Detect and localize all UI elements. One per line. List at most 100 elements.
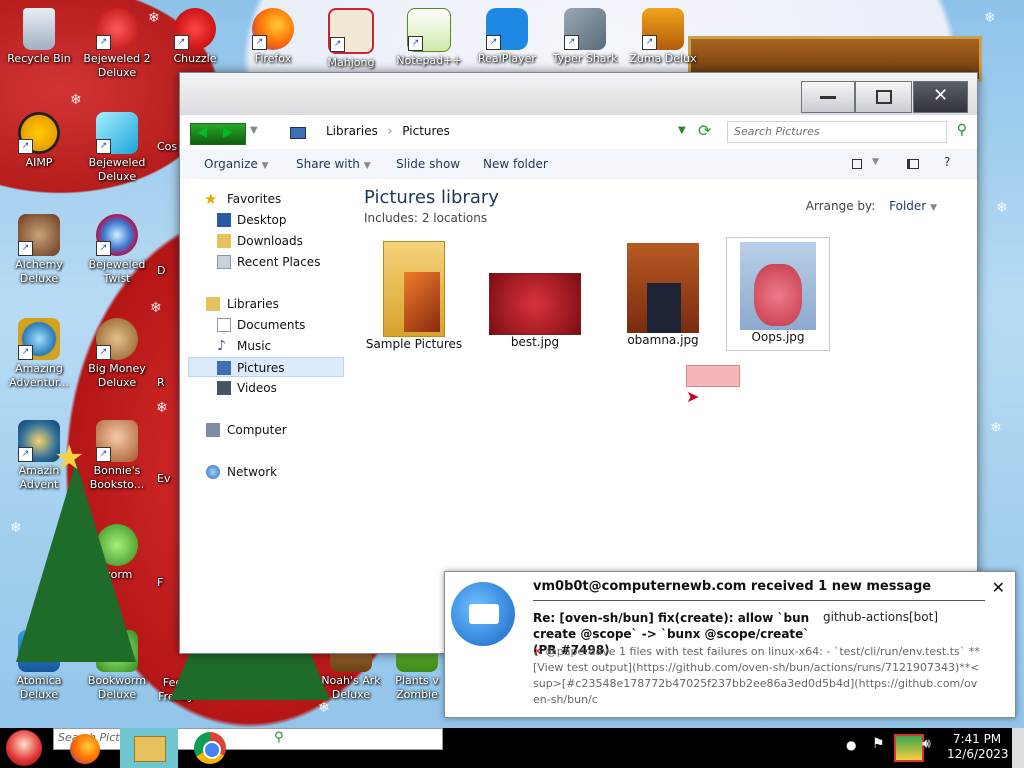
help-icon[interactable]: ? (944, 155, 950, 169)
desktop-icon-label: Amazing Adventur... (9, 362, 69, 389)
message-preview: ✕ @paperdave 1 files with test failures … (533, 644, 983, 710)
back-arrow-icon[interactable]: ◀ (197, 125, 207, 140)
desktop-icon-label: RealPlayer (478, 52, 536, 65)
back-forward-buttons[interactable]: ◀ ▶ (190, 123, 246, 145)
item-best-jpg[interactable]: best.jpg (480, 241, 590, 349)
nav-pictures[interactable]: Pictures (188, 357, 344, 377)
nav-videos[interactable]: Videos (180, 378, 344, 398)
address-bar: ◀ ▶ ▼ Libraries › Pictures ▼ ⟳ Search Pi… (180, 115, 977, 149)
organize-menu[interactable]: Organize ▼ (204, 149, 269, 179)
desktop-icon-zuma[interactable]: ↗ Zuma Delux (625, 8, 701, 66)
nav-music[interactable]: ♪ Music (180, 336, 344, 356)
search-icon: ⚲ (274, 730, 284, 745)
videos-icon (217, 381, 231, 395)
nav-documents[interactable]: Documents (180, 315, 344, 335)
refresh-icon[interactable]: ⟳ (698, 121, 711, 140)
maximize-button[interactable] (855, 81, 912, 113)
message-body: @paperdave 1 files with test failures on… (533, 645, 980, 706)
desktop-icon-mahjong[interactable]: ↗ Mahjong (313, 8, 389, 70)
item-sample-pictures[interactable]: Sample Pictures (364, 241, 464, 351)
desktop-icon-realplayer[interactable]: ↗ RealPlayer (469, 8, 545, 66)
desktop-icon-chuzzle[interactable]: ↗ Chuzzle (157, 8, 233, 66)
change-view-icon[interactable] (852, 159, 862, 169)
desktop-icon-bejeweled2[interactable]: ↗ Bejeweled 2 Deluxe (79, 8, 155, 80)
desktop-icon-recycle-bin[interactable]: Recycle Bin (1, 8, 77, 66)
recent-pages-chevron-icon[interactable]: ▼ (250, 125, 258, 136)
nav-desktop[interactable]: Desktop (180, 210, 344, 230)
forward-arrow-icon[interactable]: ▶ (223, 125, 233, 140)
tray-app-icon[interactable] (894, 734, 924, 762)
desktop-icon-ev[interactable]: Ev (157, 472, 181, 486)
nav-recent-places[interactable]: Recent Places (180, 252, 344, 272)
desktop-icon-alchemy[interactable]: ↗ Alchemy Deluxe (1, 214, 77, 286)
desktop-icon-bejeweled-twist[interactable]: ↗ Bejeweled Twist (79, 214, 155, 286)
minimize-button[interactable] (801, 81, 855, 113)
item-oops-jpg[interactable]: Oops.jpg (726, 237, 830, 351)
star-icon: ★ (54, 438, 85, 478)
chrome-taskbar-icon[interactable] (194, 732, 226, 764)
desktop-icon-label: Plants v Zombie (395, 674, 439, 701)
chevron-down-icon: ▼ (363, 161, 371, 171)
firefox-taskbar-icon[interactable] (70, 734, 100, 764)
desktop-icon-notepadpp[interactable]: ↗ Notepad++ (391, 8, 467, 68)
bejeweled-icon: ↗ (96, 112, 138, 154)
nav-favorites[interactable]: ★ Favorites (180, 189, 344, 209)
desktop-icon-label: Typer Shark (552, 52, 618, 65)
nav-libraries[interactable]: Libraries (180, 294, 344, 314)
nav-label: Music (237, 339, 272, 353)
search-input[interactable]: Search Pictures (727, 121, 947, 143)
snowflake: ❄ (70, 92, 82, 108)
new-folder-button[interactable]: New folder (483, 149, 548, 179)
desktop-icon-d[interactable]: D (157, 264, 181, 278)
nav-network[interactable]: Network (180, 462, 344, 482)
share-with-menu[interactable]: Share with ▼ (296, 149, 371, 179)
desktop-icon-label: Bejeweled 2 Deluxe (83, 52, 151, 79)
start-button[interactable] (6, 730, 42, 766)
desktop-icon (217, 213, 231, 227)
image-thumbnail (740, 242, 816, 330)
notepadpp-icon: ↗ (407, 8, 451, 52)
new-mail-notification[interactable]: vm0b0t@computernewb.com received 1 new m… (444, 571, 1016, 718)
nav-downloads[interactable]: Downloads (180, 231, 344, 251)
bejeweled2-icon: ↗ (96, 8, 138, 50)
address-dropdown-icon[interactable]: ▼ (678, 125, 686, 136)
desktop-icon-cos[interactable]: Cos (157, 140, 181, 154)
desktop-icon-r[interactable]: R (157, 376, 181, 390)
search-icon[interactable]: ⚲ (957, 122, 967, 138)
nav-computer[interactable]: Computer (180, 420, 344, 440)
close-icon: ✕ (991, 578, 1005, 597)
close-notification-button[interactable]: ✕ (992, 578, 1005, 597)
breadcrumb-libraries[interactable]: Libraries (326, 124, 378, 138)
title-bar[interactable]: ✕ (180, 73, 977, 115)
desktop-icon-bejeweled[interactable]: ↗ Bejeweled Deluxe (79, 112, 155, 184)
desktop-icon-label: Recycle Bin (7, 52, 71, 65)
item-obamna-jpg[interactable]: obamna.jpg (608, 241, 718, 347)
preview-pane-icon[interactable] (907, 159, 919, 169)
folder-preview (404, 272, 440, 332)
desktop-icon-label: Noah's Ark Deluxe (321, 674, 381, 701)
zuma-icon: ↗ (642, 8, 684, 50)
desktop-icon-firefox[interactable]: ↗ Firefox (235, 8, 311, 66)
explorer-taskbar-button[interactable] (120, 728, 178, 768)
show-desktop-button[interactable] (1012, 728, 1024, 768)
nav-label: Computer (227, 423, 287, 437)
folder-icon (383, 241, 445, 337)
clock[interactable]: 7:41 PM 12/6/2023 (947, 732, 1009, 762)
volume-icon[interactable]: 🔊︎ (922, 736, 931, 752)
arrange-by-dropdown[interactable]: Folder (889, 199, 926, 213)
desktop-icon-typer-shark[interactable]: ↗ Typer Shark (547, 8, 623, 66)
notification-dot-icon[interactable]: ● (846, 738, 856, 752)
breadcrumb-pictures[interactable]: Pictures (402, 124, 450, 138)
desktop-icon-big-money[interactable]: ↗ Big Money Deluxe (79, 318, 155, 390)
nav-label: Pictures (237, 361, 285, 375)
bejeweled-twist-icon: ↗ (96, 214, 138, 256)
taskbar-search-box[interactable]: Search Pictu ⚲ (53, 728, 443, 750)
view-options-chevron-icon[interactable]: ▼ (872, 157, 879, 167)
slide-show-button[interactable]: Slide show (396, 149, 460, 179)
close-button[interactable]: ✕ (913, 81, 968, 113)
flag-icon[interactable]: ⚑ (872, 736, 885, 752)
locations-link[interactable]: 2 locations (422, 211, 487, 225)
desktop-icon-aimp[interactable]: ↗ AIMP (1, 112, 77, 170)
desktop-icon-amazing-adventures[interactable]: ↗ Amazing Adventur... (1, 318, 77, 390)
desktop-icon-label: Atomica Deluxe (16, 674, 62, 701)
